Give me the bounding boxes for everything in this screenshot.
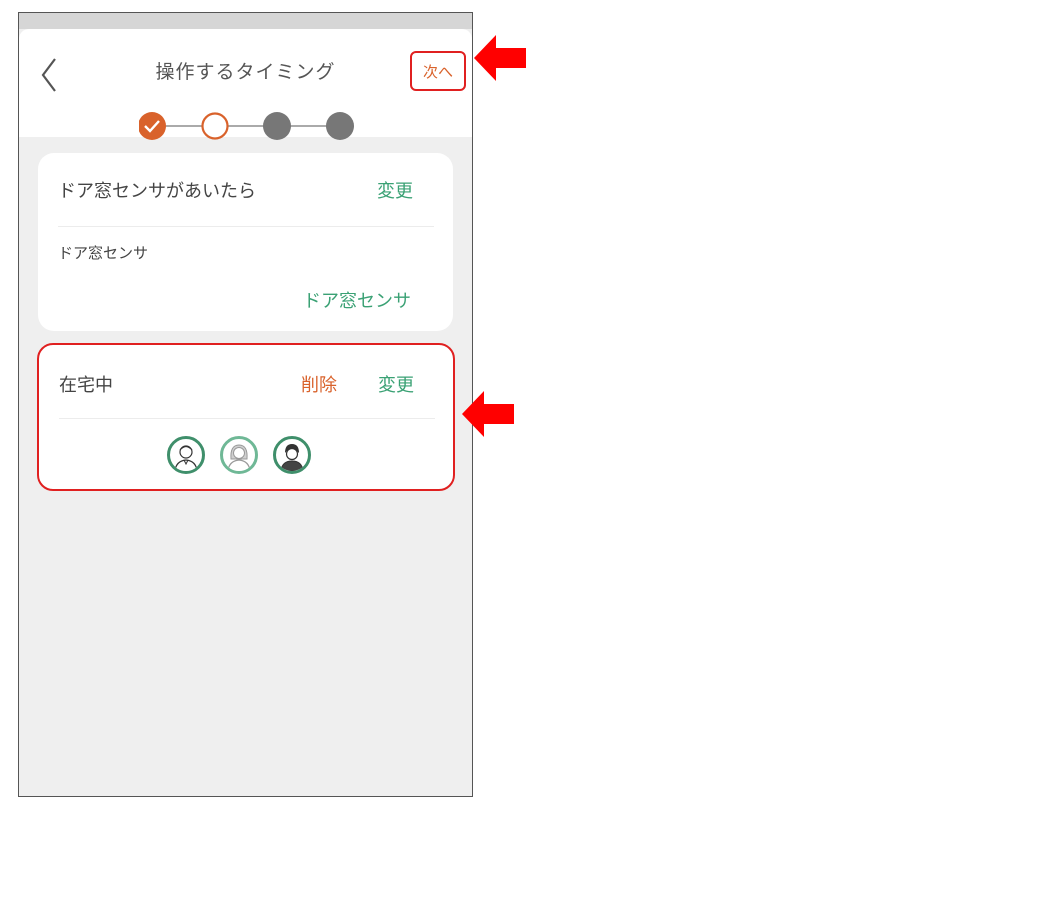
divider bbox=[58, 226, 434, 227]
divider bbox=[59, 418, 435, 419]
step-1-done bbox=[139, 112, 166, 140]
status-bar bbox=[19, 13, 472, 29]
condition-change-button[interactable]: 変更 bbox=[378, 371, 414, 397]
trigger-title: ドア窓センサがあいたら bbox=[58, 181, 256, 202]
woman-avatar-icon bbox=[220, 436, 258, 474]
annotation-arrow-left-icon bbox=[474, 35, 526, 81]
man-avatar-icon bbox=[167, 436, 205, 474]
app-screen: 操作するタイミング 次へ ドア窓センサがあいたら 変更 ドア窓センサ ドア窓セン… bbox=[18, 12, 473, 797]
device-label: ドア窓センサ bbox=[58, 244, 149, 262]
page-title: 操作するタイミング bbox=[155, 61, 336, 83]
device-value-link[interactable]: ドア窓センサ bbox=[303, 287, 411, 313]
header-bar: 操作するタイミング 次へ bbox=[19, 29, 472, 140]
next-button[interactable]: 次へ bbox=[410, 51, 466, 91]
trigger-card: ドア窓センサがあいたら 変更 ドア窓センサ ドア窓センサ bbox=[38, 153, 453, 331]
annotation-arrow-left-icon bbox=[462, 391, 514, 437]
condition-title: 在宅中 bbox=[59, 375, 113, 396]
trigger-change-button[interactable]: 変更 bbox=[377, 177, 413, 203]
step-indicator bbox=[139, 112, 354, 140]
step-4-pending bbox=[326, 112, 354, 140]
boy-avatar-icon bbox=[273, 436, 311, 474]
condition-card: 在宅中 削除 変更 bbox=[37, 343, 455, 491]
step-2-current bbox=[201, 112, 229, 140]
step-3-pending bbox=[263, 112, 291, 140]
condition-delete-button[interactable]: 削除 bbox=[301, 371, 337, 397]
